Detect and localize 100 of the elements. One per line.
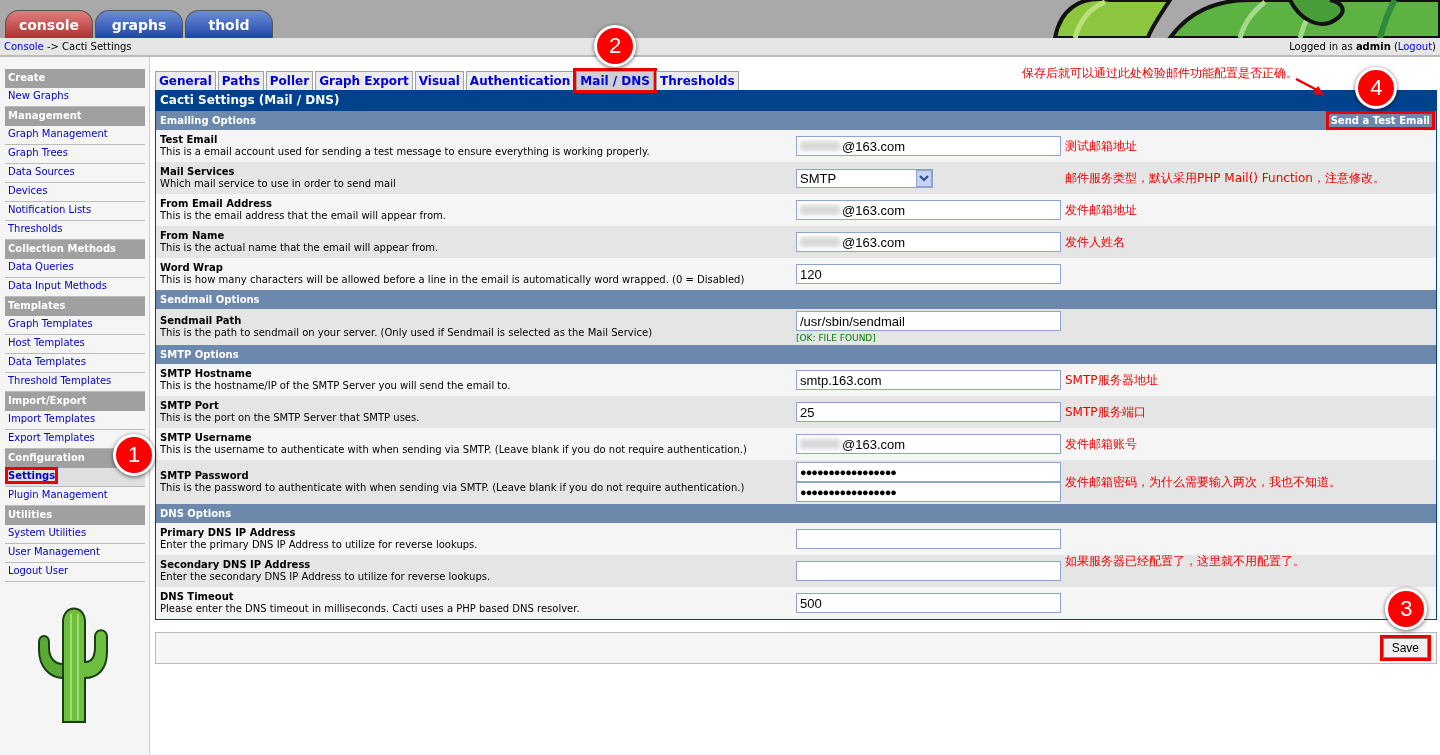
setting-label: Primary DNS IP Address xyxy=(160,527,297,538)
sidebar-item[interactable]: Export Templates xyxy=(8,432,95,443)
sidebar-header: Templates xyxy=(5,297,145,316)
annotation-note: 发件邮箱密码，为什么需要输入两次，我也不知道。 xyxy=(1064,473,1341,491)
input-field[interactable] xyxy=(796,561,1061,581)
sidebar-item[interactable]: User Management xyxy=(8,546,100,557)
sidebar-item[interactable]: Plugin Management xyxy=(8,489,108,500)
save-button[interactable]: Save xyxy=(1382,638,1428,658)
annotation-note: 如果服务器已经配置了，这里就不用配置了。 xyxy=(1064,552,1305,570)
sidebar-item[interactable]: System Utilities xyxy=(8,527,87,538)
settings-tab[interactable]: Poller xyxy=(265,71,314,90)
setting-label: From Email Address xyxy=(160,198,273,209)
annotation-note: SMTP服务器地址 xyxy=(1064,371,1158,389)
sidebar-header: Import/Export xyxy=(5,392,145,411)
parenthesis: ( xyxy=(1393,41,1398,52)
section-title: Emailing Options xyxy=(160,115,256,126)
login-text: Logged in as xyxy=(1289,41,1353,52)
annotation-note: 邮件服务类型，默认采用PHP Mail() Function，注意修改。 xyxy=(1064,169,1385,187)
sidebar-header: Collection Methods xyxy=(5,240,145,259)
setting-description: This is the actual name that the email will appear from. xyxy=(160,242,440,254)
setting-label: SMTP Port xyxy=(160,400,220,411)
sidebar-item[interactable]: New Graphs xyxy=(8,90,69,101)
password-field[interactable]: ●●●●●●●●●●●●●●●●● xyxy=(796,482,1061,502)
setting-label: Mail Services xyxy=(160,166,236,177)
annotation-note: 测试邮箱地址 xyxy=(1064,137,1137,155)
sidebar-item[interactable]: Devices xyxy=(8,185,48,196)
setting-description: This is the username to authenticate with when sending via SMTP. (Leave blank if you do not require authentication.) xyxy=(160,444,748,456)
setting-description: Please enter the DNS timeout in milliseconds. Cacti uses a PHP based DNS resolver. xyxy=(160,603,581,615)
pointer-arrow xyxy=(1295,78,1325,96)
sidebar-item[interactable]: Host Templates xyxy=(8,337,85,348)
password-field[interactable]: ●●●●●●●●●●●●●●●●● xyxy=(796,462,1061,482)
annotation-note: 保存后就可以通过此处检验邮件功能配置是否正确。 xyxy=(1022,65,1298,82)
input-field[interactable]: @163.com xyxy=(796,434,1061,454)
sidebar-item[interactable]: Data Sources xyxy=(8,166,75,177)
section-title: Sendmail Options xyxy=(160,294,260,305)
setting-label: SMTP Password xyxy=(160,470,250,481)
setting-description: Enter the secondary DNS IP Address to utilize for reverse lookups. xyxy=(160,571,492,583)
settings-tab[interactable]: Thresholds xyxy=(656,71,739,90)
setting-description: Which mail service to use in order to send mail xyxy=(160,178,397,190)
sidebar-item[interactable]: Logout User xyxy=(8,565,69,576)
send-test-email-button[interactable]: Send a Test Email xyxy=(1328,114,1432,127)
input-field[interactable]: @163.com xyxy=(796,136,1061,156)
input-field[interactable]: smtp.163.com xyxy=(796,370,1061,390)
setting-label: Secondary DNS IP Address xyxy=(160,559,312,570)
setting-label: SMTP Hostname xyxy=(160,368,253,379)
sidebar-item[interactable]: Graph Management xyxy=(8,128,108,139)
setting-label: Sendmail Path xyxy=(160,315,243,326)
callout-badge: 1 xyxy=(113,434,155,476)
username: admin xyxy=(1355,41,1391,52)
sidebar-header: Management xyxy=(5,107,145,126)
nav-tab[interactable]: graphs xyxy=(95,10,183,38)
sidebar-item[interactable]: Settings xyxy=(8,470,56,481)
setting-description: This is the email address that the email will appear from. xyxy=(160,210,447,222)
setting-description: Enter the primary DNS IP Address to utilize for reverse lookups. xyxy=(160,539,479,551)
settings-tab[interactable]: Graph Export xyxy=(315,71,413,90)
sidebar-item[interactable]: Notification Lists xyxy=(8,204,92,215)
setting-description: This is the port on the SMTP Server that SMTP uses. xyxy=(160,412,421,424)
setting-label: DNS Timeout xyxy=(160,591,235,602)
setting-label: Word Wrap xyxy=(160,262,224,273)
setting-description: This is a email account used for sending a test message to ensure everything is working properly. xyxy=(160,146,651,158)
sidebar-item[interactable]: Graph Trees xyxy=(8,147,68,158)
breadcrumb-link[interactable]: Console xyxy=(4,41,44,52)
sidebar-item[interactable]: Data Input Methods xyxy=(8,280,107,291)
annotation-note: SMTP服务端口 xyxy=(1064,403,1146,421)
sidebar-item[interactable]: Data Queries xyxy=(8,261,74,272)
input-field[interactable]: @163.com xyxy=(796,200,1061,220)
settings-tab[interactable]: Authentication xyxy=(465,71,575,90)
input-field[interactable]: 25 xyxy=(796,402,1061,422)
setting-description: This is the path to sendmail on your server. (Only used if Sendmail is selected as the Mail Service) xyxy=(160,327,654,339)
caret-icon xyxy=(916,169,932,187)
settings-tab[interactable]: Paths xyxy=(217,71,264,90)
sidebar-item[interactable]: Threshold Templates xyxy=(8,375,112,386)
setting-description: This is the password to authenticate with when sending via SMTP. (Leave blank if you do not require authentication.) xyxy=(160,482,746,494)
breadcrumb-text: -> Cacti Settings xyxy=(46,41,132,52)
input-field[interactable]: 500 xyxy=(796,593,1061,613)
section-title: SMTP Options xyxy=(160,349,239,360)
section-title: DNS Options xyxy=(160,508,232,519)
sidebar-item[interactable]: Graph Templates xyxy=(8,318,93,329)
input-field[interactable]: /usr/sbin/sendmail xyxy=(796,311,1061,331)
setting-label: From Name xyxy=(160,230,226,241)
settings-tab[interactable]: General xyxy=(155,71,216,90)
sidebar-item[interactable]: Import Templates xyxy=(8,413,96,424)
dropdown[interactable]: SMTP xyxy=(796,168,933,188)
nav-tab[interactable]: console xyxy=(5,10,93,38)
sidebar-item[interactable]: Data Templates xyxy=(8,356,86,367)
annotation-note: 发件人姓名 xyxy=(1064,233,1125,251)
sidebar-header: Create xyxy=(5,69,145,88)
setting-description: This is how many characters will be allowed before a line in the email is automatically word wrapped. (0 = Disabled) xyxy=(160,274,746,286)
annotation-note: 发件邮箱地址 xyxy=(1064,201,1137,219)
input-field[interactable] xyxy=(796,529,1061,549)
input-field[interactable]: @163.com xyxy=(796,232,1061,252)
settings-tab[interactable]: Visual xyxy=(414,71,464,90)
sidebar-header: Utilities xyxy=(5,506,145,525)
setting-label: Test Email xyxy=(160,134,219,145)
setting-description: This is the hostname/IP of the SMTP Server you will send the email to. xyxy=(160,380,512,392)
nav-tab[interactable]: thold xyxy=(185,10,273,38)
annotation-note: 发件邮箱账号 xyxy=(1064,435,1137,453)
input-field[interactable]: 120 xyxy=(796,264,1061,284)
sidebar-item[interactable]: Thresholds xyxy=(8,223,63,234)
setting-label: SMTP Username xyxy=(160,432,253,443)
